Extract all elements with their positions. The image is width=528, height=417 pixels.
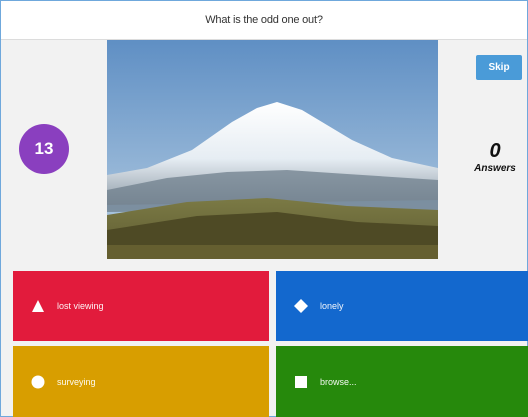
answer-option-green[interactable]: browse... (276, 346, 528, 417)
answer-option-yellow[interactable]: surveying (13, 346, 269, 417)
countdown-timer: 13 (19, 124, 69, 174)
answers-count: 0 (489, 140, 501, 162)
skip-button[interactable]: Skip (476, 55, 522, 80)
triangle-icon (31, 299, 45, 313)
question-title: What is the odd one out? (1, 1, 527, 40)
diamond-icon (294, 299, 308, 313)
answer-label: lost viewing (57, 301, 104, 311)
answers-label: Answers (474, 163, 516, 174)
question-image (107, 40, 438, 259)
answer-option-red[interactable]: lost viewing (13, 271, 269, 341)
answer-label: lonely (320, 301, 344, 311)
answer-label: surveying (57, 376, 96, 387)
answer-option-blue[interactable]: lonely (276, 271, 528, 341)
circle-icon (31, 375, 45, 389)
answer-label: browse... (320, 376, 357, 387)
square-icon (294, 375, 308, 389)
